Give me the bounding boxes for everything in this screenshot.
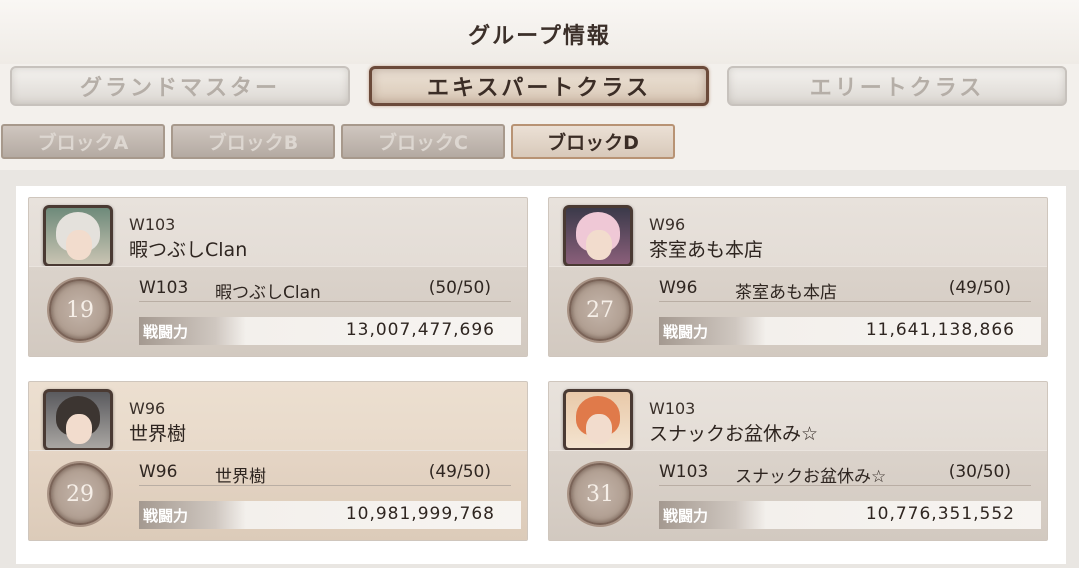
guild-card[interactable]: W103 暇つぶしClan 19 W103 暇つぶしClan (50/50) 戦…: [28, 197, 528, 357]
tab-grandmaster[interactable]: グランドマスター: [10, 66, 350, 106]
guild-name: スナックお盆休み☆: [735, 467, 887, 487]
guild-list: W103 暇つぶしClan 19 W103 暇つぶしClan (50/50) 戦…: [16, 186, 1066, 564]
rank-badge: 19: [49, 279, 111, 341]
tab-block-a[interactable]: ブロックA: [1, 124, 165, 159]
power-label: 戦闘力: [663, 323, 709, 341]
guild-server: W96: [129, 399, 166, 418]
guild-name: 暇つぶしClan: [129, 239, 248, 261]
power-value: 13,007,477,696: [345, 320, 495, 340]
guild-avatar: [43, 205, 113, 267]
guild-card[interactable]: W96 茶室あも本店 27 W96 茶室あも本店 (49/50) 戦闘力 11,…: [548, 197, 1048, 357]
tab-expert-class[interactable]: エキスパートクラス: [369, 66, 709, 106]
member-count: (50/50): [428, 278, 491, 298]
member-count: (49/50): [948, 278, 1011, 298]
guild-summary-row: W96 茶室あも本店 (49/50): [659, 276, 1031, 303]
power-bar: 戦闘力 10,776,351,552: [659, 501, 1041, 529]
guild-server: W96: [649, 215, 686, 234]
tab-elite-class[interactable]: エリートクラス: [727, 66, 1067, 106]
guild-server: W103: [649, 399, 696, 418]
power-label: 戦闘力: [143, 507, 189, 525]
guild-avatar: [563, 389, 633, 451]
power-label: 戦闘力: [143, 323, 189, 341]
guild-avatar: [43, 389, 113, 451]
guild-summary-row: W103 暇つぶしClan (50/50): [139, 276, 511, 303]
guild-server: W103: [659, 462, 709, 482]
guild-name: スナックお盆休み☆: [649, 423, 819, 445]
member-count: (30/50): [948, 462, 1011, 482]
power-label: 戦闘力: [663, 507, 709, 525]
rank-badge: 27: [569, 279, 631, 341]
power-bar: 戦闘力 11,641,138,866: [659, 317, 1041, 345]
power-value: 11,641,138,866: [865, 320, 1015, 340]
guild-summary-row: W96 世界樹 (49/50): [139, 460, 511, 487]
tab-block-d[interactable]: ブロックD: [511, 124, 675, 159]
guild-server: W96: [659, 278, 698, 298]
guild-name: 世界樹: [215, 467, 266, 487]
member-count: (49/50): [428, 462, 491, 482]
guild-name: 世界樹: [129, 423, 187, 445]
guild-server: W103: [129, 215, 176, 234]
power-value: 10,776,351,552: [865, 504, 1015, 524]
guild-detail: 27 W96 茶室あも本店 (49/50) 戦闘力 11,641,138,866: [549, 266, 1047, 356]
power-value: 10,981,999,768: [345, 504, 495, 524]
title-bar: グループ情報: [0, 0, 1079, 64]
rank-badge: 31: [569, 463, 631, 525]
tab-block-c[interactable]: ブロックC: [341, 124, 505, 159]
guild-name: 茶室あも本店: [735, 283, 837, 303]
group-panel: W103 暇つぶしClan 19 W103 暇つぶしClan (50/50) 戦…: [0, 170, 1079, 568]
power-bar: 戦闘力 13,007,477,696: [139, 317, 521, 345]
rank-badge: 29: [49, 463, 111, 525]
guild-detail: 19 W103 暇つぶしClan (50/50) 戦闘力 13,007,477,…: [29, 266, 527, 356]
guild-server: W103: [139, 278, 189, 298]
guild-detail: 31 W103 スナックお盆休み☆ (30/50) 戦闘力 10,776,351…: [549, 450, 1047, 540]
page-title: グループ情報: [468, 23, 611, 49]
guild-name: 暇つぶしClan: [215, 283, 321, 303]
guild-card[interactable]: W96 世界樹 29 W96 世界樹 (49/50) 戦闘力 10,981,99…: [28, 381, 528, 541]
guild-name: 茶室あも本店: [649, 239, 764, 261]
guild-avatar: [563, 205, 633, 267]
power-bar: 戦闘力 10,981,999,768: [139, 501, 521, 529]
tab-block-b[interactable]: ブロックB: [171, 124, 335, 159]
guild-summary-row: W103 スナックお盆休み☆ (30/50): [659, 460, 1031, 487]
guild-card[interactable]: W103 スナックお盆休み☆ 31 W103 スナックお盆休み☆ (30/50)…: [548, 381, 1048, 541]
guild-server: W96: [139, 462, 178, 482]
guild-detail: 29 W96 世界樹 (49/50) 戦闘力 10,981,999,768: [29, 450, 527, 540]
